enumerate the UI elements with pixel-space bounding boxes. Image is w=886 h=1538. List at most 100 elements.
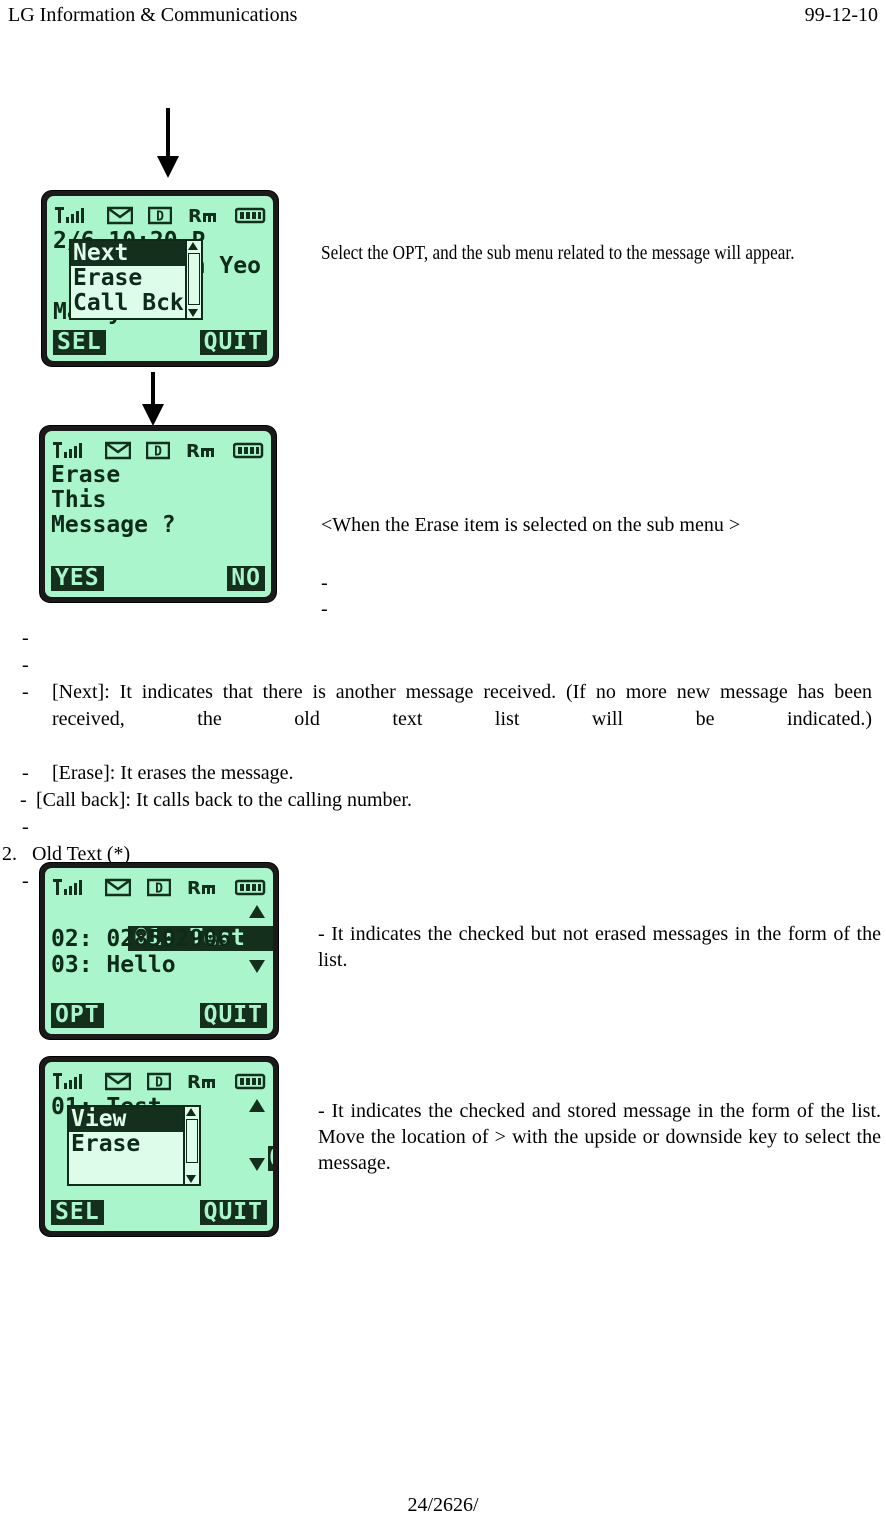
bg-list-item-2-label: 02906 (268, 1146, 273, 1171)
page-header: LG Information & Communications 99-12-10 (0, 4, 886, 34)
svg-text:D: D (155, 1076, 163, 1091)
phone-screen-message-view: D R jin Yeo Next Erase Call Bck SEL QUIT (42, 191, 278, 366)
bullet-dash-2: - (22, 654, 29, 676)
status-bar: D R (55, 205, 267, 225)
confirm-line-1: Erase (51, 462, 121, 488)
softkey-bar: SEL QUIT (51, 1200, 267, 1225)
header-date: 99-12-10 (804, 4, 878, 26)
submenu-item-erase[interactable]: Erase (71, 266, 201, 291)
softkey-left-sel[interactable]: SEL (51, 1200, 104, 1225)
submenu-scrollbar[interactable] (185, 241, 201, 318)
digital-d-icon: D (148, 205, 172, 225)
battery-icon (233, 440, 265, 460)
confirm-line-3: Message ? (51, 512, 176, 538)
scroll-down-arrow-icon[interactable] (249, 960, 265, 973)
battery-icon (235, 877, 267, 897)
softkey-bar: YES NO (51, 566, 265, 591)
softkey-bar: SEL QUIT (53, 330, 267, 355)
submenu-popup[interactable]: View Erase (67, 1105, 201, 1186)
note-erase-dash-2: - (321, 598, 328, 620)
softkey-left-sel[interactable]: SEL (53, 330, 106, 355)
scroll-down-arrow-icon[interactable] (186, 1175, 196, 1183)
bullet-next-text: [Next]: It indicates that there is anoth… (52, 681, 872, 730)
header-company: LG Information & Communications (8, 4, 298, 26)
bullet-call-back: - [Call back]: It calls back to the call… (0, 787, 886, 814)
lcd-display: D R (47, 196, 273, 361)
scroll-up-arrow-icon[interactable] (186, 1108, 196, 1116)
scroll-up-arrow-icon[interactable] (249, 905, 265, 918)
scroll-down-arrow-icon[interactable] (188, 309, 198, 317)
arrow-head (157, 156, 179, 178)
bullet-erase: - [Erase]: It erases the message. (0, 760, 886, 787)
envelope-icon (105, 1071, 131, 1091)
signal-bars-icon (53, 877, 89, 897)
arrow-head (142, 404, 164, 426)
lcd-display: D R (45, 431, 271, 597)
digital-d-icon: D (147, 1071, 171, 1091)
softkey-right-no[interactable]: NO (227, 566, 265, 591)
roaming-rm-icon: R (187, 1071, 219, 1091)
svg-text:R: R (188, 206, 202, 225)
softkey-right-quit[interactable]: QUIT (199, 1003, 267, 1028)
scrollbar-thumb[interactable] (186, 1119, 198, 1163)
page-number: 24/2626/ (407, 1494, 479, 1516)
submenu-item-next[interactable]: Next (71, 241, 201, 266)
flow-arrow-down-icon (157, 108, 179, 178)
envelope-icon (104, 440, 131, 460)
lcd-display: D R (45, 868, 273, 1034)
softkey-left-opt[interactable]: OPT (51, 1003, 104, 1028)
battery-icon (235, 1071, 267, 1091)
note-erase-dash-1: - (321, 572, 328, 594)
phone-screen-erase-confirm: D R Erase This Message ? YES NO (40, 426, 276, 602)
softkey-right-quit[interactable]: QUIT (199, 1200, 267, 1225)
softkey-bar: OPT QUIT (51, 1003, 267, 1028)
note-submenu: - It indicates the checked and stored me… (318, 1100, 881, 1174)
status-bar: D R (53, 440, 265, 460)
signal-bars-icon (55, 205, 91, 225)
list-item[interactable]: 03: Hello (51, 953, 176, 978)
softkey-left-yes[interactable]: YES (51, 566, 104, 591)
roaming-rm-icon: R (188, 205, 220, 225)
arrow-shaft (166, 108, 170, 158)
lcd-display: D R (45, 1062, 273, 1231)
svg-text:D: D (156, 210, 164, 225)
envelope-icon (106, 205, 133, 225)
phone-screen-old-text-list: D R 01: Test 02: 028502906 03: Hello OPT… (40, 863, 278, 1039)
digital-d-icon: D (146, 440, 170, 460)
svg-text:D: D (155, 882, 163, 897)
bullet-list: - - - [Next]: It indicates that there is… (0, 625, 886, 895)
submenu-popup[interactable]: Next Erase Call Bck (69, 239, 203, 320)
battery-icon (235, 205, 267, 225)
svg-text:R: R (187, 878, 201, 897)
confirm-line-2: This (51, 487, 107, 513)
list-item[interactable]: 02: 028502906 (51, 927, 231, 952)
submenu-item-erase[interactable]: Erase (69, 1132, 199, 1157)
note-opt: Select the OPT, and the sub menu related… (321, 242, 795, 264)
scrollbar-thumb[interactable] (188, 253, 200, 305)
roaming-rm-icon: R (186, 440, 218, 460)
flow-arrow-down-icon-2 (142, 372, 164, 426)
submenu-scrollbar[interactable] (183, 1107, 199, 1184)
scroll-down-arrow-icon[interactable] (249, 1158, 265, 1171)
softkey-right-quit[interactable]: QUIT (199, 330, 267, 355)
note-erase-caption: <When the Erase item is selected on the … (321, 514, 741, 536)
page-footer: 24/2626/ (0, 1494, 886, 1517)
phone-screen-old-text-list-submenu: D R View Erase SEL QUIT (40, 1057, 278, 1236)
svg-text:R: R (186, 441, 200, 460)
roaming-rm-icon: R (187, 877, 219, 897)
bullet-erase-text: [Erase]: It erases the message. (52, 762, 294, 784)
scroll-up-arrow-icon[interactable] (188, 242, 198, 250)
status-bar: D R (53, 1071, 267, 1091)
signal-bars-icon (53, 1071, 89, 1091)
envelope-icon (105, 877, 131, 897)
submenu-item-view[interactable]: View (69, 1107, 199, 1132)
scroll-up-arrow-icon[interactable] (249, 1099, 265, 1112)
signal-bars-icon (53, 440, 89, 460)
svg-text:D: D (154, 445, 162, 460)
submenu-item-call-back[interactable]: Call Bck (71, 291, 201, 316)
bullet-next: - [Next]: It indicates that there is ano… (0, 679, 886, 760)
note-list: - It indicates the checked but not erase… (318, 923, 881, 971)
status-bar: D R (53, 877, 267, 897)
bullet-dash-1: - (22, 627, 29, 649)
section-number: 2. (2, 843, 17, 865)
